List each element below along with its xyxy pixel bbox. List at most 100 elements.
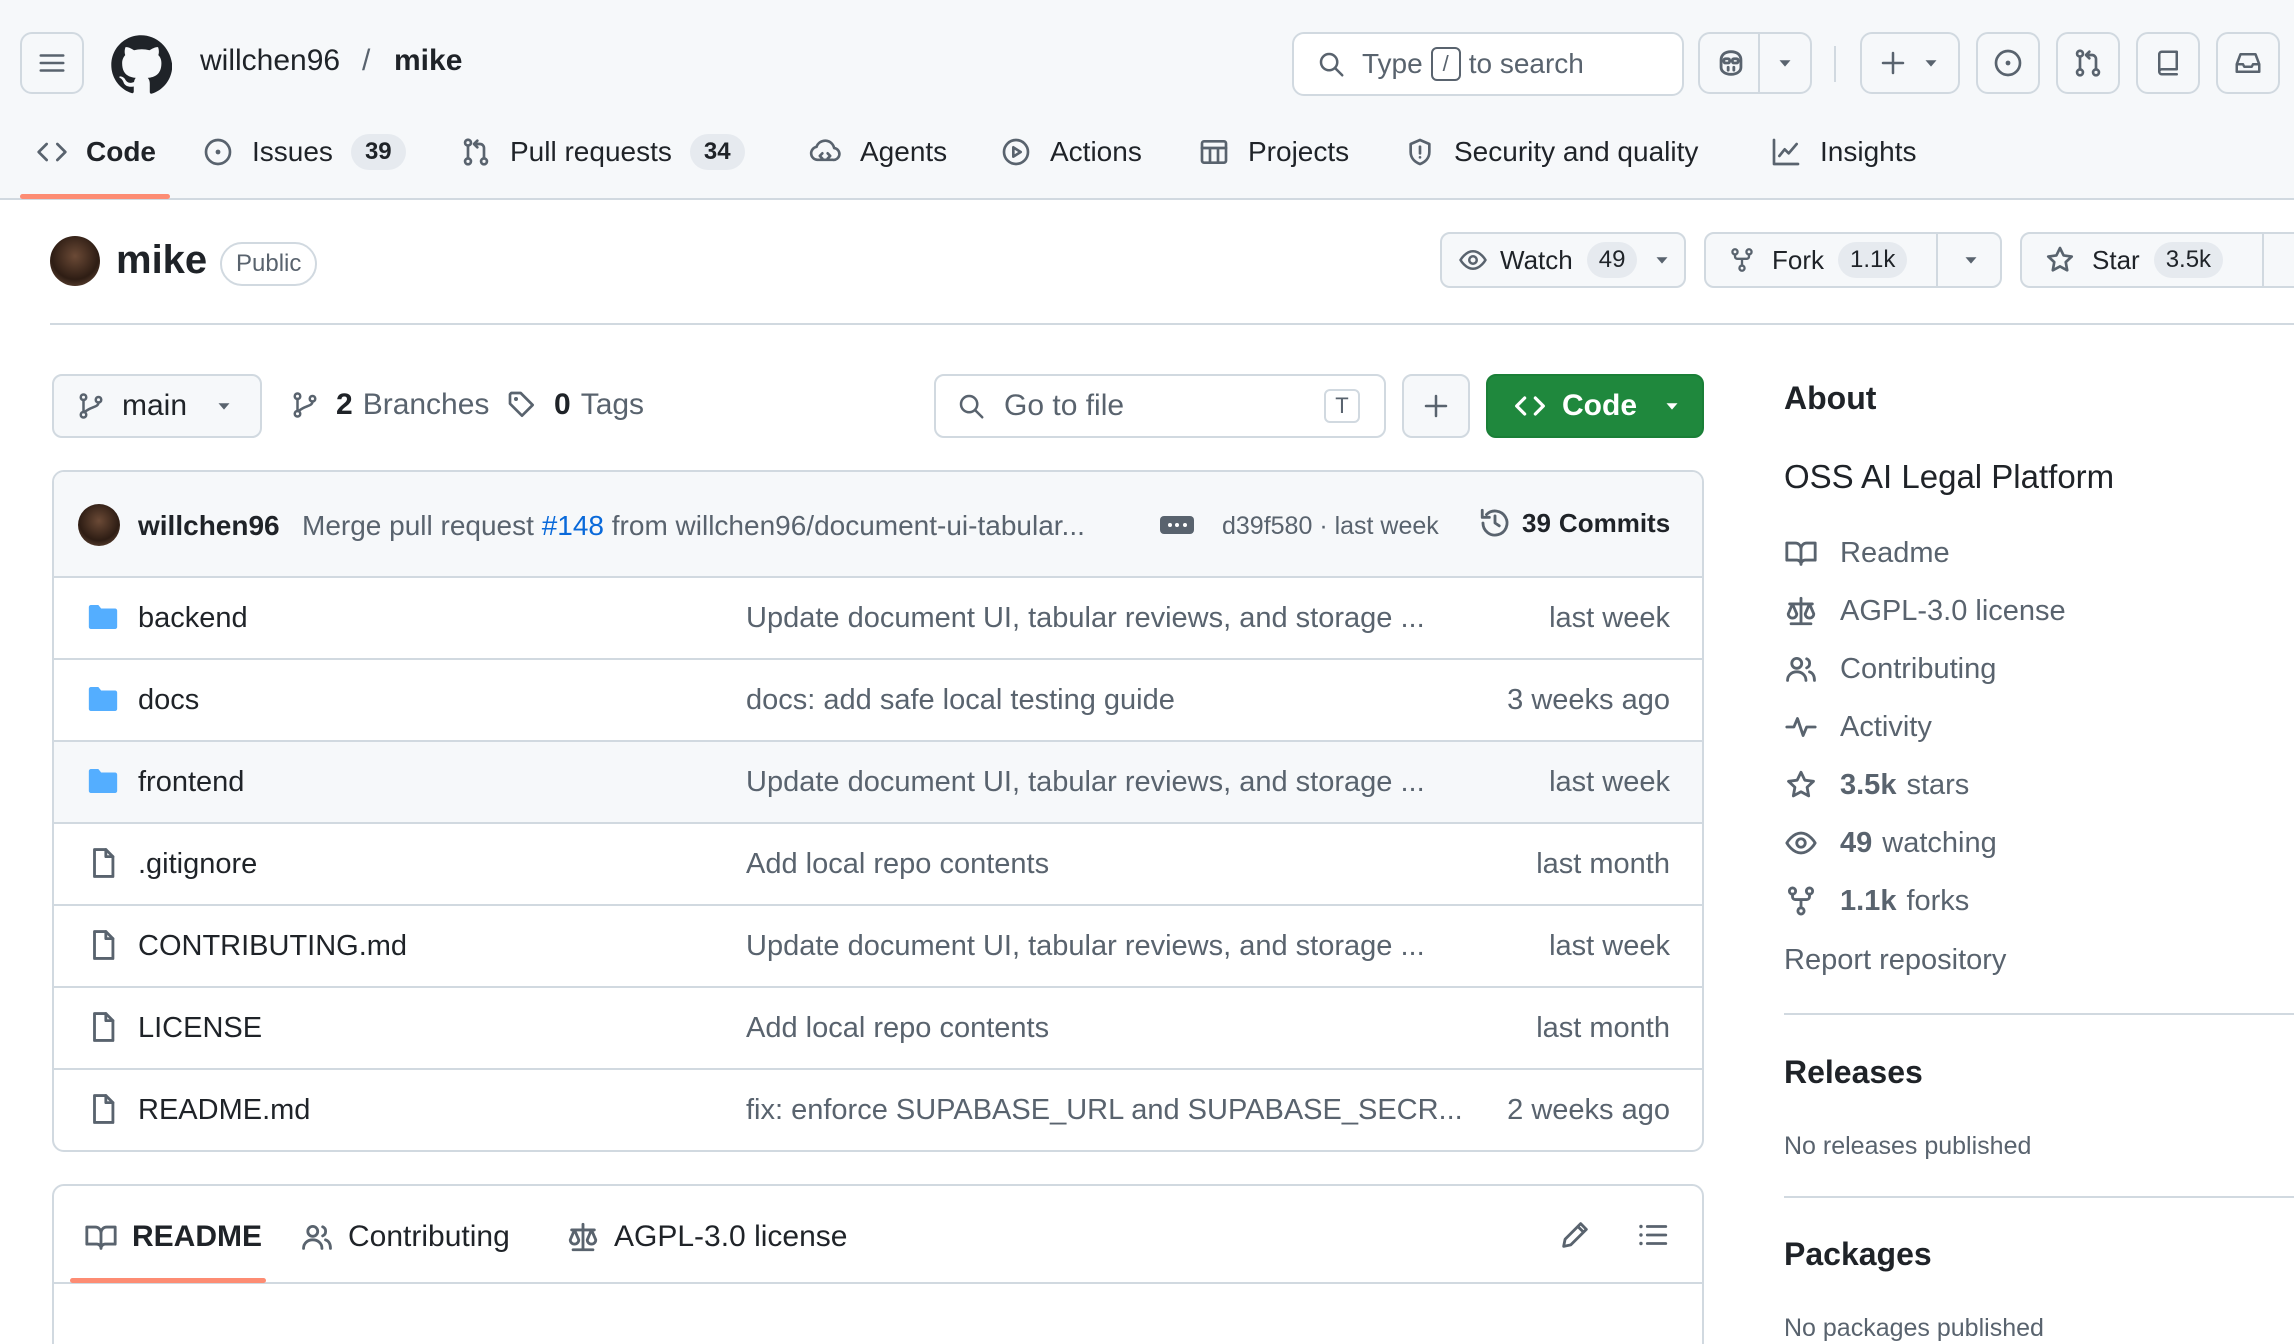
pull-requests-button[interactable] bbox=[2056, 32, 2120, 94]
branch-icon bbox=[293, 392, 317, 418]
github-logo-icon[interactable] bbox=[110, 34, 172, 96]
eye-icon bbox=[1459, 250, 1487, 270]
sidebar-link-label: stars bbox=[1906, 768, 1970, 801]
pulse-icon bbox=[1785, 717, 1817, 737]
repo-icon bbox=[2158, 50, 2178, 76]
watch-button[interactable]: Watch 49 bbox=[1440, 232, 1686, 288]
readme-tab-license[interactable]: AGPL-3.0 license bbox=[566, 1220, 847, 1254]
file-commit-message[interactable]: Add local repo contents bbox=[746, 848, 1486, 881]
play-icon bbox=[1002, 138, 1030, 166]
list-icon bbox=[1639, 1224, 1668, 1246]
file-name[interactable]: backend bbox=[138, 602, 248, 635]
branches-link[interactable]: 2 Branches bbox=[290, 388, 489, 422]
table-row[interactable]: docs docs: add safe local testing guide … bbox=[54, 660, 1702, 742]
sidebar-activity-link[interactable]: Activity bbox=[1784, 710, 1932, 744]
commit-author[interactable]: willchen96 bbox=[138, 510, 280, 542]
file-commit-message[interactable]: docs: add safe local testing guide bbox=[746, 684, 1486, 717]
readme-tab-contributing[interactable]: Contributing bbox=[300, 1220, 510, 1254]
sidebar-stars-link[interactable]: 3.5k stars bbox=[1784, 768, 1969, 802]
search-input[interactable]: Type / to search bbox=[1292, 32, 1684, 96]
tab-projects[interactable]: Projects bbox=[1198, 130, 1349, 174]
repo-title[interactable]: mike bbox=[116, 238, 207, 283]
issues-button[interactable] bbox=[1976, 32, 2040, 94]
watching-count: 49 bbox=[1840, 826, 1873, 859]
file-commit-message[interactable]: Update document UI, tabular reviews, and… bbox=[746, 602, 1486, 635]
commit-message[interactable]: Merge pull request #148 from willchen96/… bbox=[302, 510, 1085, 542]
go-to-file-input[interactable]: Go to file T bbox=[934, 374, 1386, 438]
tab-insights[interactable]: Insights bbox=[1770, 130, 1917, 174]
latest-commit-bar: willchen96 Merge pull request #148 from … bbox=[54, 472, 1702, 578]
file-name[interactable]: docs bbox=[138, 684, 199, 717]
sidebar-readme-link[interactable]: Readme bbox=[1784, 536, 1950, 570]
readme-tab-label: Contributing bbox=[348, 1220, 510, 1253]
releases-heading[interactable]: Releases bbox=[1784, 1054, 1923, 1091]
inbox-button[interactable] bbox=[2216, 32, 2280, 94]
copilot-button[interactable] bbox=[1698, 32, 1812, 94]
sidebar-forks-link[interactable]: 1.1k forks bbox=[1784, 884, 1969, 918]
file-name[interactable]: LICENSE bbox=[138, 1012, 262, 1045]
table-row[interactable]: .gitignore Add local repo contents last … bbox=[54, 824, 1702, 906]
edit-readme-button[interactable] bbox=[1558, 1218, 1592, 1252]
history-icon bbox=[1480, 508, 1509, 537]
commit-hash-time[interactable]: d39f580 · last week bbox=[1222, 512, 1439, 541]
tab-security[interactable]: Security and quality bbox=[1404, 130, 1698, 174]
code-icon bbox=[37, 142, 67, 162]
commit-message-suffix: from willchen96/document-ui-tabular... bbox=[611, 510, 1085, 541]
code-button[interactable]: Code bbox=[1486, 374, 1704, 438]
owner-link[interactable]: willchen96 bbox=[200, 44, 340, 78]
add-file-button[interactable] bbox=[1402, 374, 1470, 438]
people-icon bbox=[302, 1224, 332, 1250]
fork-button[interactable]: Fork 1.1k bbox=[1704, 232, 2002, 288]
repo-link[interactable]: mike bbox=[394, 44, 462, 78]
file-commit-message[interactable]: Update document UI, tabular reviews, and… bbox=[746, 766, 1486, 799]
commit-pr-link[interactable]: #148 bbox=[542, 510, 604, 541]
commit-author-avatar[interactable] bbox=[78, 504, 120, 546]
sidebar-contributing-link[interactable]: Contributing bbox=[1784, 652, 1996, 686]
table-row[interactable]: CONTRIBUTING.md Update document UI, tabu… bbox=[54, 906, 1702, 988]
report-repository-link[interactable]: Report repository bbox=[1784, 944, 2006, 977]
branch-selector[interactable]: main bbox=[52, 374, 262, 438]
commits-history-link[interactable]: 39 Commits bbox=[1478, 506, 1670, 540]
file-table: willchen96 Merge pull request #148 from … bbox=[52, 470, 1704, 1152]
sidebar-license-link[interactable]: AGPL-3.0 license bbox=[1784, 594, 2066, 628]
readme-tab-readme[interactable]: README bbox=[84, 1220, 262, 1254]
owner-avatar[interactable] bbox=[50, 236, 100, 286]
commits-count: 39 bbox=[1522, 507, 1551, 538]
file-name[interactable]: README.md bbox=[138, 1094, 310, 1127]
file-name[interactable]: CONTRIBUTING.md bbox=[138, 930, 407, 963]
hamburger-icon bbox=[39, 54, 65, 72]
table-row[interactable]: README.md fix: enforce SUPABASE_URL and … bbox=[54, 1070, 1702, 1150]
outline-button[interactable] bbox=[1636, 1218, 1670, 1252]
tab-code[interactable]: Code bbox=[36, 130, 156, 174]
menu-button[interactable] bbox=[20, 32, 84, 94]
stars-count: 3.5k bbox=[1840, 768, 1897, 801]
packages-heading[interactable]: Packages bbox=[1784, 1236, 1932, 1273]
tab-pull-requests[interactable]: Pull requests 34 bbox=[460, 130, 745, 174]
table-row[interactable]: backend Update document UI, tabular revi… bbox=[54, 578, 1702, 660]
copilot-icon bbox=[1719, 50, 1743, 76]
table-row[interactable]: LICENSE Add local repo contents last mon… bbox=[54, 988, 1702, 1070]
table-icon bbox=[1200, 140, 1228, 164]
ellipsis-button[interactable] bbox=[1160, 516, 1194, 534]
create-new-button[interactable] bbox=[1860, 32, 1960, 94]
tab-label: Security and quality bbox=[1454, 136, 1699, 167]
table-row[interactable]: frontend Update document UI, tabular rev… bbox=[54, 742, 1702, 824]
sidebar-watching-link[interactable]: 49 watching bbox=[1784, 826, 1997, 860]
book-icon bbox=[1785, 541, 1817, 566]
repositories-button[interactable] bbox=[2136, 32, 2200, 94]
star-button[interactable]: Star 3.5k bbox=[2020, 232, 2294, 288]
file-name[interactable]: frontend bbox=[138, 766, 244, 799]
tab-issues[interactable]: Issues 39 bbox=[202, 130, 406, 174]
tab-actions[interactable]: Actions bbox=[1000, 130, 1142, 174]
chevron-down-icon bbox=[218, 403, 230, 410]
file-commit-message[interactable]: Add local repo contents bbox=[746, 1012, 1486, 1045]
tags-link[interactable]: 0 Tags bbox=[506, 388, 644, 422]
law-icon bbox=[568, 1222, 598, 1252]
issue-icon bbox=[204, 138, 232, 166]
star-icon bbox=[2046, 246, 2074, 272]
chevron-down-icon bbox=[1965, 257, 1977, 264]
file-name[interactable]: .gitignore bbox=[138, 848, 257, 881]
file-commit-message[interactable]: Update document UI, tabular reviews, and… bbox=[746, 930, 1486, 963]
file-commit-message[interactable]: fix: enforce SUPABASE_URL and SUPABASE_S… bbox=[746, 1094, 1486, 1127]
tab-agents[interactable]: Agents bbox=[808, 130, 947, 174]
